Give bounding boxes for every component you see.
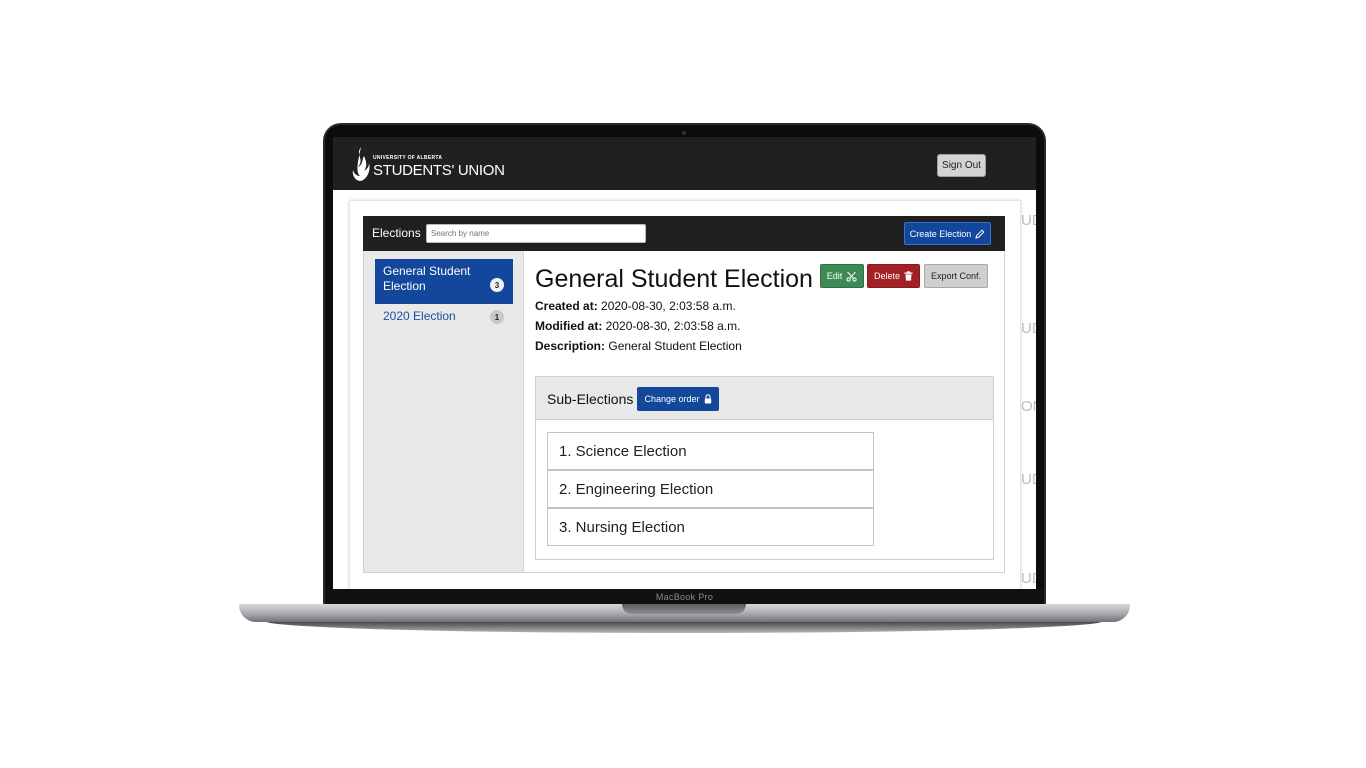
laptop-mockup: UNIVERSITY OF ALBERTA STUDENTS' UNION Si… [0,0,1366,768]
camera-icon [682,131,686,135]
sub-elections-header: Sub-Elections Change order [536,377,993,420]
description-label: Description: [535,339,606,353]
count-badge: 1 [490,310,504,324]
elections-toolbar: Elections Create Election [363,216,1005,251]
sub-election-item[interactable]: 1. Science Election [547,432,874,470]
edit-label: Edit [826,271,843,281]
watermark-text: UD [1021,320,1036,337]
search-input[interactable] [426,224,646,243]
description-row: Description: General Student Election [535,339,742,353]
sub-elections-title: Sub-Elections [547,391,634,407]
created-at-row: Created at: 2020-08-30, 2:03:58 a.m. [535,299,736,313]
sidebar-item-2020-election[interactable]: 2020 Election 1 [375,307,513,327]
logo-union-text: STUDENTS' UNION [373,162,505,179]
watermark-text: UD [1021,471,1036,488]
modified-at-value: 2020-08-30, 2:03:58 a.m. [605,319,741,333]
edit-button[interactable]: Edit [820,264,864,288]
logo-university-text: UNIVERSITY OF ALBERTA [373,155,443,161]
watermark-text: ON [1021,398,1036,415]
sub-election-item[interactable]: 3. Nursing Election [547,508,874,546]
model-label: MacBook Pro [655,592,714,602]
sidebar-item-label: General Student Election [383,264,471,293]
app-header: UNIVERSITY OF ALBERTA STUDENTS' UNION Si… [333,137,1036,190]
trash-icon [904,271,913,281]
modified-at-label: Modified at: [535,319,603,333]
sub-election-item[interactable]: 2. Engineering Election [547,470,874,508]
create-election-label: Create Election [909,228,972,239]
watermark-text: UD [1021,570,1036,587]
description-value: General Student Election [608,339,742,353]
delete-label: Delete [873,271,900,281]
laptop-notch [622,604,746,614]
watermark-text: UD [1021,212,1036,229]
created-at-value: 2020-08-30, 2:03:58 a.m. [601,299,736,313]
sign-out-button[interactable]: Sign Out [937,154,986,177]
elections-sidebar: General Student Election 3 2020 Election… [364,251,524,572]
created-at-label: Created at: [535,299,598,313]
modified-at-row: Modified at: 2020-08-30, 2:03:58 a.m. [535,319,740,333]
scissors-icon [846,271,857,282]
election-title: General Student Election [535,265,813,293]
delete-button[interactable]: Delete [867,264,920,288]
change-order-label: Change order [644,394,700,404]
sidebar-item-label: 2020 Election [383,309,456,323]
change-order-button[interactable]: Change order [637,387,719,411]
sidebar-item-general-student-election[interactable]: General Student Election 3 [375,259,513,304]
elections-label: Elections [372,226,421,240]
count-badge: 3 [490,278,504,292]
create-election-button[interactable]: Create Election [904,222,991,245]
laptop-base-shadow [265,621,1103,633]
students-union-logo: UNIVERSITY OF ALBERTA STUDENTS' UNION [351,145,505,183]
export-conf-button[interactable]: Export Conf. [924,264,988,288]
flame-icon [352,147,370,181]
laptop-screen: UNIVERSITY OF ALBERTA STUDENTS' UNION Si… [333,137,1036,589]
sub-elections-card: Sub-Elections Change order 1. Science El… [535,376,994,560]
lock-icon [704,394,711,404]
pencil-icon [975,228,985,239]
